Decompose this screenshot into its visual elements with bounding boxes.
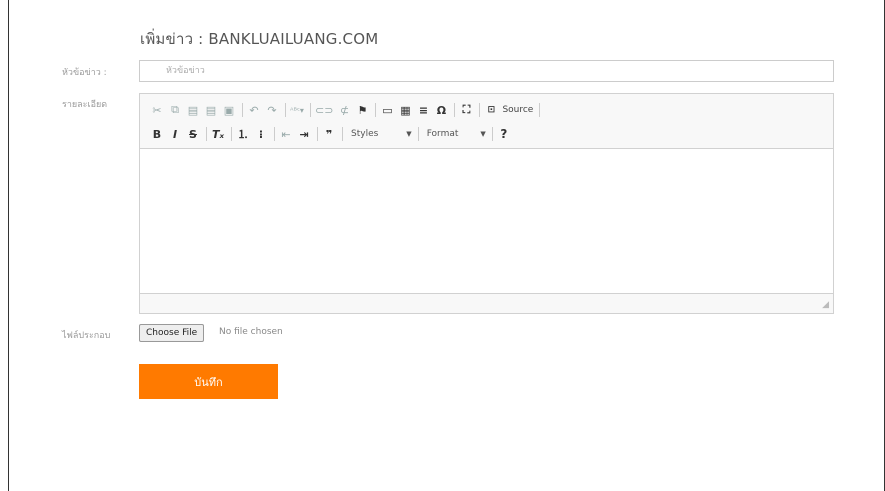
toolbar-separator — [317, 127, 318, 141]
toolbar-separator — [417, 127, 419, 141]
choose-file-button[interactable]: Choose File — [139, 324, 205, 342]
indent-icon[interactable]: ⇥ — [297, 126, 311, 142]
toolbar-separator — [206, 127, 207, 141]
editor-toolbar: ✂ ⧉ ▤ ▤ ▣ ↶ ↷ ᴬᴮᶜ▾ ⊂⊃ ⊄ ⚑ ▭ ▦ ≡ Ω ⛶ ⊡ So… — [140, 94, 833, 149]
paste-text-icon[interactable]: ▤ — [204, 102, 218, 118]
toolbar-separator — [491, 127, 493, 141]
toolbar-separator — [539, 103, 541, 117]
file-status-text: No file chosen — [219, 327, 283, 337]
chevron-down-icon: ▼ — [406, 130, 412, 138]
cut-icon[interactable]: ✂ — [150, 102, 164, 118]
editor-content-area[interactable] — [140, 149, 833, 294]
redo-icon[interactable]: ↷ — [265, 102, 279, 118]
styles-dropdown-label: Styles — [351, 129, 379, 139]
headline-input[interactable] — [139, 60, 834, 82]
outdent-icon[interactable]: ⇤ — [279, 126, 293, 142]
toolbar-separator — [242, 103, 243, 117]
source-icon[interactable]: ⊡ — [484, 102, 498, 118]
numbered-list-icon[interactable]: ⒈ — [236, 126, 250, 142]
remove-format-icon[interactable]: Tₓ — [211, 126, 225, 142]
maximize-icon[interactable]: ⛶ — [459, 102, 473, 118]
attachment-label: ไฟล์ประกอบ — [62, 331, 111, 341]
chevron-down-icon: ▼ — [480, 130, 486, 138]
bulleted-list-icon[interactable]: ⁝ — [254, 126, 268, 142]
styles-dropdown[interactable]: Styles ▼ — [347, 126, 416, 142]
toolbar-separator — [285, 103, 286, 117]
paste-word-icon[interactable]: ▣ — [222, 102, 236, 118]
toolbar-separator — [310, 103, 311, 117]
editor-statusbar: ◢ — [140, 293, 833, 313]
save-button[interactable]: บันทึก — [139, 364, 278, 399]
toolbar-row-1: ✂ ⧉ ▤ ▤ ▣ ↶ ↷ ᴬᴮᶜ▾ ⊂⊃ ⊄ ⚑ ▭ ▦ ≡ Ω ⛶ ⊡ So… — [150, 101, 544, 119]
unlink-icon[interactable]: ⊄ — [337, 102, 351, 118]
paste-icon[interactable]: ▤ — [186, 102, 200, 118]
horizontal-rule-icon[interactable]: ≡ — [416, 102, 430, 118]
toolbar-separator — [375, 103, 377, 117]
rich-text-editor: ✂ ⧉ ▤ ▤ ▣ ↶ ↷ ᴬᴮᶜ▾ ⊂⊃ ⊄ ⚑ ▭ ▦ ≡ Ω ⛶ ⊡ So… — [139, 93, 834, 314]
detail-label: รายละเอียด — [62, 100, 108, 110]
spellcheck-icon[interactable]: ᴬᴮᶜ▾ — [290, 102, 304, 118]
bold-icon[interactable]: B — [150, 126, 164, 142]
format-dropdown[interactable]: Format ▼ — [423, 126, 490, 142]
source-button-label[interactable]: Source — [502, 105, 533, 115]
format-dropdown-label: Format — [426, 129, 459, 139]
copy-icon[interactable]: ⧉ — [168, 102, 182, 118]
anchor-flag-icon[interactable]: ⚑ — [355, 102, 369, 118]
headline-label: หัวข้อข่าว : — [62, 68, 107, 78]
link-icon[interactable]: ⊂⊃ — [315, 102, 333, 118]
page-title: เพิ่มข่าว : BANKLUAILUANG.COM — [140, 30, 379, 48]
toolbar-separator — [342, 127, 343, 141]
image-icon[interactable]: ▭ — [380, 102, 394, 118]
toolbar-separator — [274, 127, 275, 141]
help-icon[interactable]: ? — [497, 126, 511, 142]
strikethrough-icon[interactable]: S — [186, 126, 200, 142]
blockquote-icon[interactable]: ❞ — [322, 126, 336, 142]
undo-icon[interactable]: ↶ — [247, 102, 261, 118]
toolbar-separator — [479, 103, 481, 117]
table-icon[interactable]: ▦ — [398, 102, 412, 118]
italic-icon[interactable]: I — [168, 126, 182, 142]
toolbar-separator — [231, 127, 232, 141]
toolbar-row-2: B I S Tₓ ⒈ ⁝ ⇤ ⇥ ❞ Styles ▼ Format ▼ ? — [150, 125, 515, 143]
toolbar-separator — [454, 103, 456, 117]
resize-handle-icon[interactable]: ◢ — [822, 300, 829, 310]
special-char-icon[interactable]: Ω — [434, 102, 448, 118]
